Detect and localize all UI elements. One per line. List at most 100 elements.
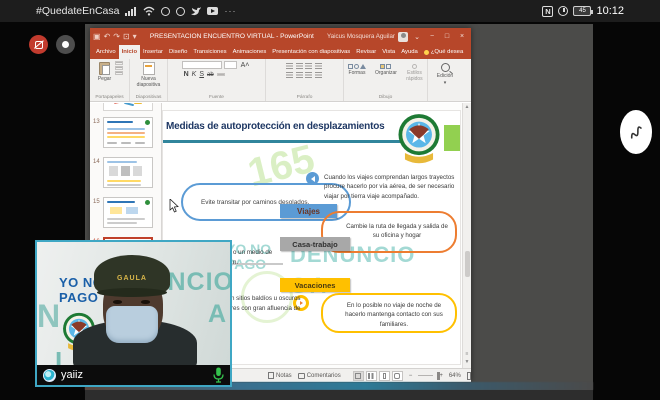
thumbnail-slide-13[interactable]	[103, 117, 153, 148]
tip-text-vacaciones: En lo posible no viaje de noche de hacer…	[345, 302, 443, 328]
start-slideshow-icon[interactable]: ⊡	[123, 32, 130, 41]
camera-off-icon	[34, 40, 43, 49]
tip-fragment-left-1: o un medio de n.	[233, 249, 273, 266]
tip-text-casa-trabajo: Cambie la ruta de llegada y salida de su…	[346, 223, 448, 240]
zoom-slider[interactable]	[418, 371, 441, 380]
shapes-icon	[348, 64, 366, 69]
video-off-button[interactable]	[29, 35, 48, 54]
lightbulb-icon	[423, 49, 429, 55]
share-button[interactable]: Compartir	[470, 49, 471, 55]
banner-letters-ncio: NCIO	[167, 268, 232, 296]
participant-avatar-icon	[43, 368, 56, 382]
tip-fragment-left-2: n sitios baldíos u oscuros res con gran …	[231, 295, 301, 312]
quick-styles-button[interactable]: Estilos rápidos	[404, 63, 425, 83]
fit-to-window-icon[interactable]	[466, 371, 471, 380]
clipboard-icon	[99, 62, 110, 75]
paste-button[interactable]: Pegar	[96, 61, 113, 83]
signal-icon	[125, 6, 137, 16]
undo-icon[interactable]: ↶	[104, 32, 111, 41]
squiggle-icon	[630, 126, 642, 139]
label-vacaciones: Vacaciones	[280, 278, 350, 292]
floating-call-controls	[29, 35, 75, 54]
cut-copy-format-buttons[interactable]	[115, 61, 124, 75]
group-label-dibujo: Dibujo	[378, 95, 393, 100]
thumbnail-partial[interactable]	[103, 103, 153, 111]
arrange-icon	[380, 64, 392, 69]
label-casa-trabajo: Casa-trabajo	[280, 237, 350, 251]
opera-icon	[161, 6, 171, 16]
annotation-tool-button[interactable]	[620, 110, 652, 154]
notes-button[interactable]: Notas	[268, 372, 292, 379]
align-buttons[interactable]	[286, 71, 323, 78]
strikethrough-button[interactable]: ab	[206, 72, 216, 78]
mouse-cursor	[169, 199, 179, 213]
slide-title: Medidas de autoprotección en desplazamie…	[166, 121, 385, 132]
tab-presentacion[interactable]: Presentación con diapositivas	[269, 45, 353, 59]
font-name-box[interactable]	[182, 61, 223, 69]
participant-video-tile[interactable]: YO NOPAGO NCIO A N LA GAULA yaiiz	[35, 240, 232, 387]
list-buttons[interactable]	[286, 63, 323, 69]
account-name[interactable]: Yaicus Mosquera Aguilar	[327, 33, 395, 40]
hashtag-label: #QuedateEnCasa	[36, 5, 120, 17]
account-avatar[interactable]	[398, 31, 408, 42]
arrange-button[interactable]: Organizar	[373, 63, 399, 77]
youtube-icon	[207, 7, 219, 15]
search-icon	[440, 63, 450, 72]
view-normal-button[interactable]	[352, 370, 364, 381]
font-size-box[interactable]	[224, 61, 238, 69]
nfc-icon: N	[542, 5, 554, 17]
clock-time: 10:12	[596, 5, 624, 17]
microphone-icon	[213, 367, 224, 383]
wifi-icon	[144, 6, 155, 16]
scroll-slide-buttons[interactable]: ≡ ▼	[463, 350, 471, 366]
banner-letter-a: A	[207, 300, 226, 328]
view-sorter-button[interactable]	[365, 370, 377, 381]
close-button[interactable]: ×	[456, 33, 468, 40]
thumbnail-number: 14	[93, 159, 100, 165]
tab-transiciones[interactable]: Transiciones	[190, 45, 229, 59]
redo-icon[interactable]: ↷	[113, 32, 120, 41]
tab-revisar[interactable]: Revisar	[353, 45, 379, 59]
bold-button[interactable]: N	[182, 71, 190, 78]
scroll-up-icon[interactable]: ▲	[463, 104, 471, 110]
grow-font-button[interactable]: A˄	[239, 62, 251, 69]
tab-inicio[interactable]: Inicio	[118, 45, 141, 59]
underline-button[interactable]: S	[198, 71, 206, 78]
tab-diseno[interactable]: Diseño	[166, 45, 190, 59]
tell-me-box[interactable]: ¿Qué desea	[421, 49, 466, 55]
thumbnail-slide-14[interactable]	[103, 157, 153, 188]
save-icon[interactable]: ▣	[93, 32, 101, 41]
italic-button[interactable]: K	[190, 71, 198, 78]
group-label-portapapeles: Portapapeles	[95, 95, 124, 100]
view-slideshow-button[interactable]	[391, 370, 403, 381]
tab-insertar[interactable]: Insertar	[140, 45, 166, 59]
comments-button[interactable]: Comentarios	[297, 372, 341, 379]
zoom-level[interactable]: 64%	[449, 373, 461, 379]
new-slide-button[interactable]: Nueva diapositiva	[132, 61, 165, 89]
thumb-logo-dot	[145, 200, 150, 205]
vertical-scrollbar[interactable]: ▲ ≡ ▼	[462, 103, 471, 368]
ribbon-options-icon[interactable]: ⌄	[411, 33, 423, 41]
tab-vista[interactable]: Vista	[379, 45, 398, 59]
qat-dropdown-icon[interactable]: ▾	[133, 32, 137, 41]
zoom-out-button[interactable]: −	[409, 373, 413, 379]
font-color-button[interactable]	[217, 72, 226, 77]
tab-ayuda[interactable]: Ayuda	[398, 45, 421, 59]
restore-button[interactable]: □	[441, 33, 453, 40]
shapes-button[interactable]: Formas	[346, 63, 368, 77]
more-icons-dots: ···	[224, 6, 237, 16]
thumbnail-slide-15[interactable]	[103, 197, 153, 228]
view-reading-button[interactable]	[378, 370, 390, 381]
zoom-slider-handle[interactable]	[437, 371, 441, 380]
group-label-diapositivas: Diapositivas	[135, 95, 162, 100]
ppt-title-bar: ▣ ↶ ↷ ⊡ ▾ PRESENTACION ENCUENTRO VIRTUAL…	[90, 28, 471, 45]
android-status-bar: #QuedateEnCasa ··· N 45 10:12	[0, 0, 660, 22]
scrollbar-thumb[interactable]	[464, 251, 470, 277]
annotation-pen-button[interactable]	[56, 35, 75, 54]
pen-icon	[62, 41, 69, 48]
tab-archivo[interactable]: Archivo	[93, 45, 119, 59]
comments-icon	[297, 372, 305, 379]
thumb-logo-dot	[145, 120, 150, 125]
tab-animaciones[interactable]: Animaciones	[230, 45, 270, 59]
minimize-button[interactable]: −	[426, 33, 438, 40]
